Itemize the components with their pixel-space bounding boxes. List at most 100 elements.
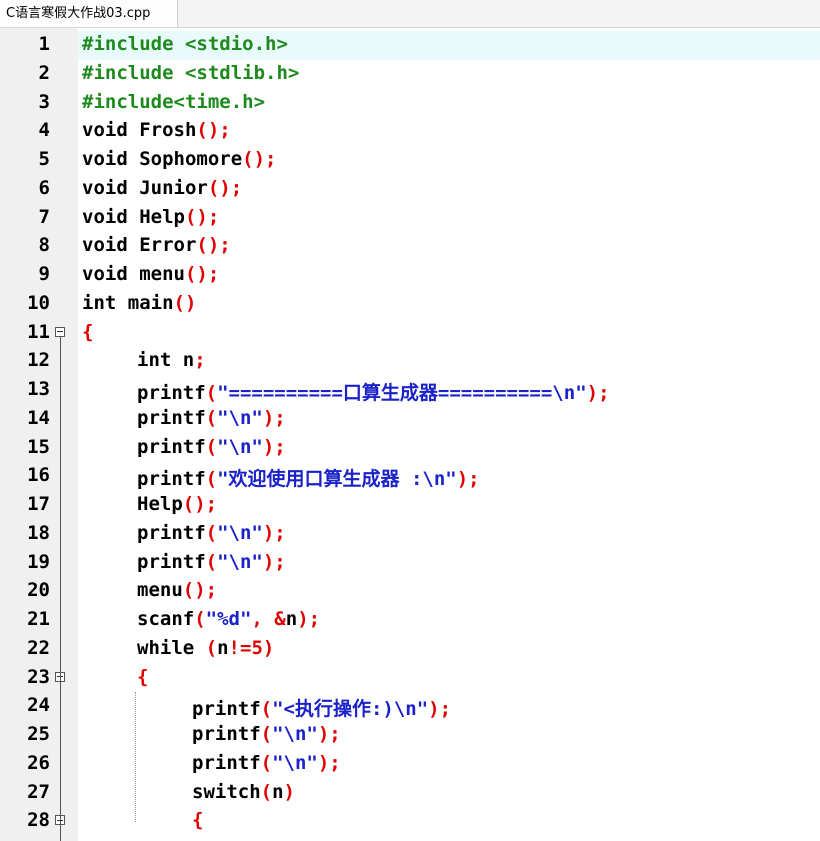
code-line[interactable]: 9 void menu(); [0,261,820,290]
code-token: (); [207,176,243,199]
code-text: printf("\n"); [192,723,341,745]
code-token: () [173,291,197,314]
code-token: ( [260,780,273,803]
code-token: ); [317,723,341,745]
code-text: printf("==========口算生成器==========\n"); [137,378,610,405]
code-token: (); [184,263,220,285]
file-tab[interactable]: C语言寒假大作战03.cpp [0,0,178,27]
code-line[interactable]: 4 void Frosh(); [0,117,820,146]
code-text: #include <stdlib.h> [82,62,299,84]
code-token: "欢迎使用口算生成器 :\n" [217,468,457,491]
line-number: 23 [27,665,50,688]
code-token: ( [260,698,273,721]
code-token: { [192,809,204,832]
code-text: while (n!=5) [137,637,274,659]
code-line[interactable]: 22 while (n!=5) [0,635,820,664]
code-token: ); [456,468,480,491]
code-line[interactable]: 26 printf("\n"); [0,750,820,779]
code-line[interactable]: 19 printf("\n"); [0,549,820,578]
code-text: { [82,321,93,343]
code-token: != [228,636,252,659]
code-line[interactable]: 27 switch(n) [0,779,820,808]
line-number: 27 [27,780,50,803]
code-token: "\n" [217,521,263,544]
code-line[interactable]: 12 int n; [0,347,820,376]
line-number: 20 [27,579,50,602]
line-number: 5 [38,148,50,170]
code-token: void [82,176,140,199]
code-text: void Help(); [82,206,219,228]
line-number: 7 [38,205,50,228]
line-number: 3 [38,90,50,113]
line-number: 24 [27,694,50,717]
code-token: printf [137,435,206,458]
code-text: printf("\n"); [137,551,286,573]
code-line[interactable]: 24 printf("<执行操作:)\n"); [0,692,820,721]
code-token: ( [205,435,218,458]
code-token: printf [137,521,206,544]
code-text: printf("欢迎使用口算生成器 :\n"); [137,464,480,491]
code-line[interactable]: 21 scanf("%d", &n); [0,606,820,635]
code-line[interactable]: 3 #include<time.h> [0,89,820,118]
code-line[interactable]: 5 void Sophomore(); [0,146,820,175]
code-token: printf [192,751,261,774]
code-token: Error [139,234,197,257]
code-token: { [82,320,94,343]
code-line[interactable]: 16 printf("欢迎使用口算生成器 :\n"); [0,462,820,491]
code-token: (); [196,119,231,142]
code-line[interactable]: 18 printf("\n"); [0,520,820,549]
code-line[interactable]: 13 printf("==========口算生成器==========\n"); [0,376,820,405]
fold-collapse-icon[interactable] [55,326,65,337]
code-token: printf [137,468,206,491]
code-line[interactable]: 10 int main() [0,290,820,319]
code-token: printf [137,550,206,573]
code-text: switch(n) [192,781,295,803]
code-line[interactable]: 17 Help(); [0,491,820,520]
line-number: 1 [38,33,50,55]
code-token: ) [283,780,295,803]
code-token: n [182,349,195,372]
line-number: 22 [27,636,50,659]
code-line[interactable]: 7 void Help(); [0,204,820,233]
code-line[interactable]: 28 { [0,807,820,836]
code-token: "\n" [217,550,263,573]
code-editor[interactable]: 1 #include <stdio.h> 2 #include <stdlib.h> 3… [0,28,820,841]
code-text: #include<time.h> [82,91,265,113]
code-text: printf("\n"); [192,752,341,774]
code-text: void Sophomore(); [82,148,276,170]
code-line[interactable]: 20 menu(); [0,577,820,606]
code-token: #include<time.h> [82,90,266,113]
code-line[interactable]: 8 void Error(); [0,232,820,261]
code-text: menu(); [137,579,217,601]
line-number: 9 [38,263,50,285]
tab-bar: C语言寒假大作战03.cpp [0,0,820,28]
code-text: printf("<执行操作:)\n"); [192,694,451,721]
code-text: #include <stdio.h> [82,33,288,55]
code-token: printf [192,723,261,745]
code-token: "\n" [272,723,318,745]
code-line[interactable]: 1 #include <stdio.h> [0,31,820,60]
code-line[interactable]: 14 printf("\n"); [0,405,820,434]
code-token: "%d" [205,608,252,630]
code-token: n [272,780,284,803]
code-token: #include <stdio.h> [82,33,288,55]
code-token: "==========口算生成器==========\n" [217,382,587,404]
code-line[interactable]: 2 #include <stdlib.h> [0,60,820,89]
code-line[interactable]: 23 { [0,664,820,693]
code-token: ; [194,349,206,372]
code-token: ); [262,521,286,544]
line-number: 14 [27,406,50,429]
code-line[interactable]: 6 void Junior(); [0,175,820,204]
code-token: ); [317,751,341,774]
code-token: #include <stdlib.h> [82,61,300,84]
code-token: ( [205,636,218,659]
code-line[interactable]: 11 { [0,319,820,348]
code-line[interactable]: 25 printf("\n"); [0,721,820,750]
line-number: 16 [27,464,50,487]
code-token: (); [184,205,220,228]
line-number: 11 [27,320,50,343]
code-line[interactable]: 15 printf("\n"); [0,434,820,463]
code-token: menu [139,263,185,285]
code-token: n [285,608,298,630]
code-text: void Junior(); [82,177,242,199]
